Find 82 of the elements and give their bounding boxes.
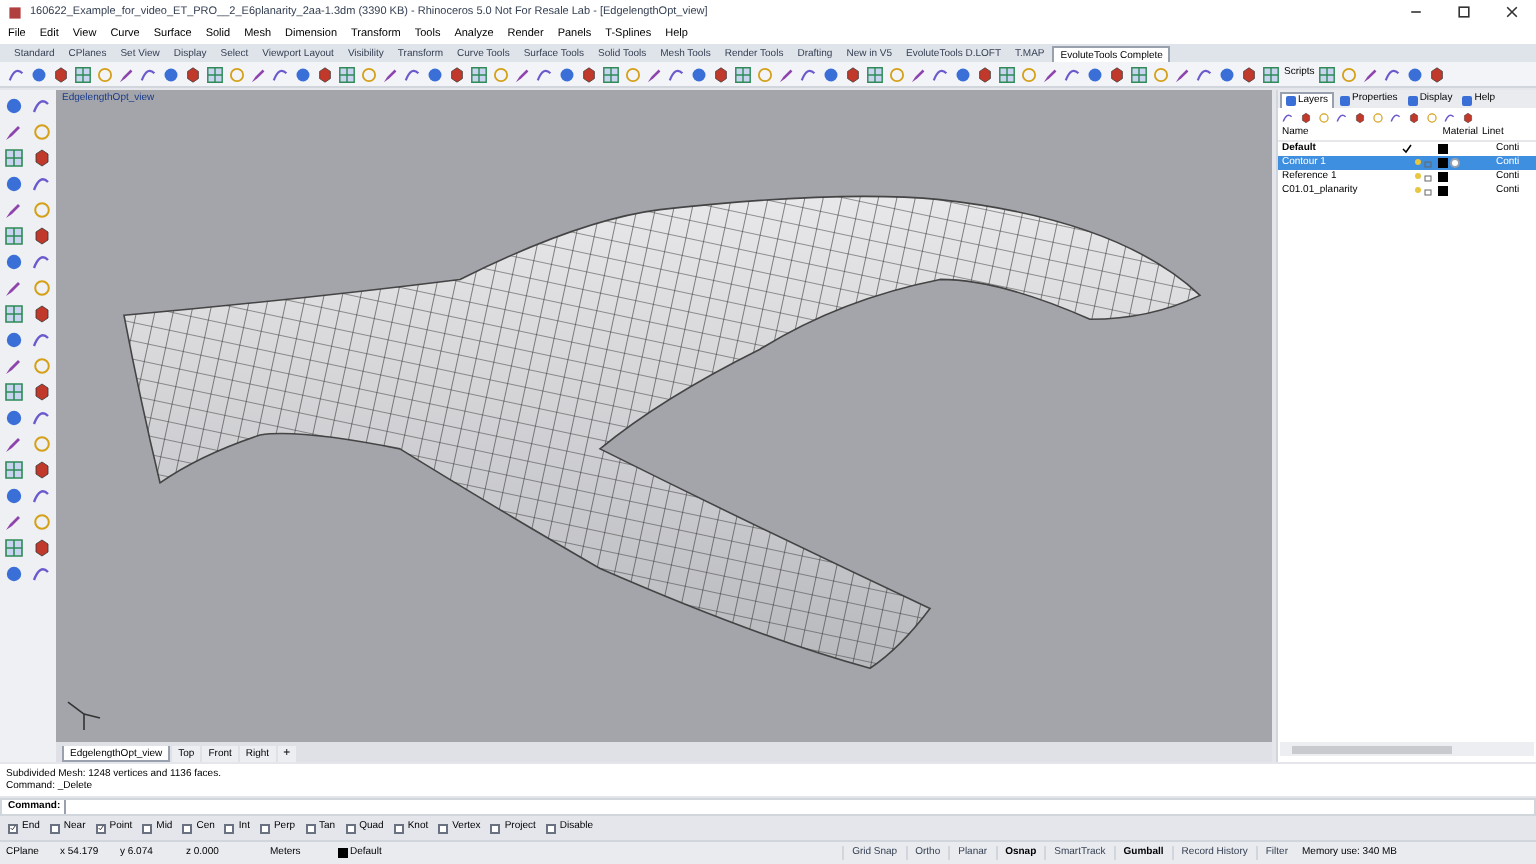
sphere-icon[interactable] — [1406, 65, 1425, 83]
curve-icon[interactable] — [1282, 111, 1294, 123]
curve-icon[interactable] — [32, 564, 52, 584]
curve-icon[interactable] — [404, 65, 422, 83]
curve-icon[interactable] — [32, 408, 52, 428]
sphere-icon[interactable] — [4, 486, 24, 506]
curve-icon[interactable] — [32, 252, 52, 272]
pencil-icon[interactable] — [4, 122, 24, 142]
grid-icon[interactable] — [4, 460, 24, 480]
grid-icon[interactable] — [4, 304, 24, 324]
osnap-checkbox[interactable] — [438, 823, 449, 833]
grid-icon[interactable] — [4, 148, 24, 168]
maximize-icon[interactable] — [1456, 4, 1472, 20]
curve-icon[interactable] — [272, 65, 290, 83]
sphere-icon[interactable] — [4, 330, 24, 350]
grid-icon[interactable] — [74, 65, 92, 83]
curve-icon[interactable] — [1390, 111, 1402, 123]
pencil-icon[interactable] — [4, 356, 24, 376]
sphere-icon[interactable] — [294, 65, 312, 83]
sphere-icon[interactable] — [822, 65, 840, 83]
curve-icon[interactable] — [1064, 65, 1082, 83]
grid-icon[interactable] — [734, 65, 752, 83]
grid-icon[interactable] — [206, 65, 224, 83]
osnap-checkbox[interactable] — [305, 823, 316, 833]
curve-icon[interactable] — [1444, 111, 1456, 123]
pencil-icon[interactable] — [4, 278, 24, 298]
curve-icon[interactable] — [32, 330, 52, 350]
sphere-icon[interactable] — [4, 174, 24, 194]
sphere-icon[interactable] — [954, 65, 972, 83]
curve-icon[interactable] — [32, 486, 52, 506]
grid-icon[interactable] — [4, 382, 24, 402]
grid-icon[interactable] — [470, 65, 488, 83]
sphere-icon[interactable] — [558, 65, 576, 83]
grid-icon[interactable] — [4, 226, 24, 246]
osnap-checkbox[interactable] — [182, 823, 193, 833]
curve-icon[interactable] — [140, 65, 158, 83]
layer-color-swatch[interactable] — [1438, 186, 1448, 196]
grid-icon[interactable] — [338, 65, 356, 83]
grid-icon[interactable] — [866, 65, 884, 83]
grid-icon[interactable] — [602, 65, 620, 83]
grid-icon[interactable] — [998, 65, 1016, 83]
osnap-checkbox[interactable] — [393, 823, 404, 833]
curve-icon[interactable] — [32, 174, 52, 194]
layer-color-swatch[interactable] — [1438, 158, 1448, 168]
sphere-icon[interactable] — [690, 65, 708, 83]
sphere-icon[interactable] — [162, 65, 180, 83]
curve-icon[interactable] — [1336, 111, 1348, 123]
grid-icon[interactable] — [1130, 65, 1148, 83]
curve-icon[interactable] — [932, 65, 950, 83]
osnap-checkbox[interactable] — [142, 823, 153, 833]
close-icon[interactable] — [1504, 4, 1520, 20]
app-logo-icon — [8, 5, 22, 19]
axis-icon — [67, 701, 101, 731]
osnap-checkbox[interactable] — [259, 823, 270, 833]
curve-icon[interactable] — [1196, 65, 1214, 83]
layer-color-swatch[interactable] — [1438, 172, 1448, 182]
osnap-checkbox[interactable] — [95, 823, 106, 833]
grid-icon[interactable] — [1262, 65, 1280, 83]
horizontal-scrollbar[interactable] — [1280, 742, 1534, 756]
pencil-icon[interactable] — [4, 434, 24, 454]
pencil-icon[interactable] — [4, 200, 24, 220]
sphere-icon[interactable] — [4, 408, 24, 428]
curve-icon[interactable] — [668, 65, 686, 83]
osnap-checkbox[interactable] — [49, 823, 60, 833]
curve-icon[interactable] — [1384, 65, 1403, 83]
osnap-checkbox[interactable] — [545, 823, 556, 833]
curve-icon[interactable] — [800, 65, 818, 83]
grid-icon[interactable] — [4, 538, 24, 558]
sphere-icon[interactable] — [4, 564, 24, 584]
pencil-icon[interactable] — [4, 512, 24, 532]
curve-icon[interactable] — [536, 65, 554, 83]
grid-icon[interactable] — [1318, 65, 1337, 83]
osnap-checkbox[interactable] — [345, 823, 356, 833]
sphere-icon[interactable] — [1218, 65, 1236, 83]
osnap-checkbox[interactable] — [8, 823, 18, 833]
osnap-checkbox[interactable] — [490, 823, 501, 833]
sphere-icon[interactable] — [4, 252, 24, 272]
sphere-icon[interactable] — [1086, 65, 1104, 83]
sphere-icon[interactable] — [426, 65, 444, 83]
material-swatch[interactable] — [1450, 158, 1460, 168]
layer-color-swatch[interactable] — [1438, 144, 1448, 154]
osnap-checkbox[interactable] — [224, 823, 235, 833]
